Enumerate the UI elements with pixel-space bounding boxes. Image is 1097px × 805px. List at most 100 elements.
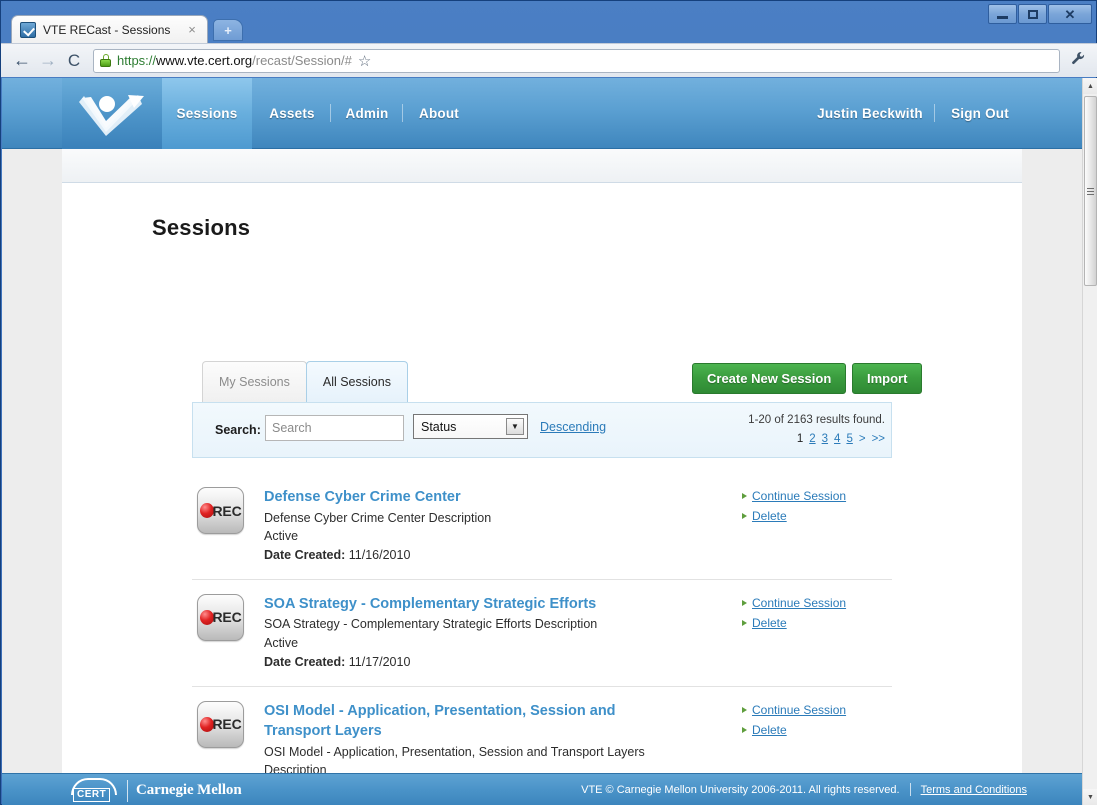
footer-right: VTE © Carnegie Mellon University 2006-20… bbox=[581, 783, 1027, 796]
new-tab-button[interactable]: + bbox=[213, 19, 243, 41]
session-actions: Continue Session Delete bbox=[742, 487, 862, 527]
continue-session-link[interactable]: Continue Session bbox=[752, 594, 846, 612]
scrollbar-thumb[interactable] bbox=[1084, 96, 1097, 286]
wrench-menu-icon[interactable] bbox=[1066, 51, 1090, 70]
create-new-session-button[interactable]: Create New Session bbox=[692, 363, 847, 394]
rec-label: REC bbox=[212, 609, 242, 626]
session-title-link[interactable]: SOA Strategy - Complementary Strategic E… bbox=[264, 594, 692, 615]
url-scheme: https:// bbox=[117, 53, 157, 68]
vte-logo-icon bbox=[79, 95, 144, 136]
delete-action[interactable]: Delete bbox=[742, 721, 862, 739]
back-icon[interactable]: ← bbox=[9, 48, 35, 74]
nav-label: Assets bbox=[269, 106, 315, 121]
user-name-label: Justin Beckwith bbox=[817, 106, 923, 121]
footer-divider bbox=[909, 783, 911, 796]
sort-direction-link[interactable]: Descending bbox=[540, 420, 606, 434]
session-actions: Continue Session Delete bbox=[742, 701, 862, 741]
nav-item-admin[interactable]: Admin bbox=[334, 78, 400, 149]
status-filter-value: Status bbox=[421, 419, 457, 434]
scroll-up-icon[interactable]: ▲ bbox=[1083, 78, 1097, 94]
session-title-link[interactable]: OSI Model - Application, Presentation, S… bbox=[264, 701, 652, 742]
page-link-2[interactable]: 2 bbox=[809, 433, 815, 445]
continue-session-action[interactable]: Continue Session bbox=[742, 487, 862, 505]
chevron-down-icon[interactable]: ▼ bbox=[506, 418, 524, 435]
nav-divider bbox=[934, 104, 935, 122]
page-last-link[interactable]: >> bbox=[872, 433, 885, 445]
plus-icon: + bbox=[224, 22, 232, 38]
delete-link[interactable]: Delete bbox=[752, 614, 787, 632]
button-label: Create New Session bbox=[707, 371, 832, 386]
continue-session-action[interactable]: Continue Session bbox=[742, 594, 862, 612]
sign-out-link[interactable]: Sign Out bbox=[940, 78, 1020, 149]
rec-icon: REC bbox=[197, 700, 244, 748]
forward-icon[interactable]: → bbox=[35, 48, 61, 74]
delete-action[interactable]: Delete bbox=[742, 614, 862, 632]
delete-link[interactable]: Delete bbox=[752, 507, 787, 525]
terms-and-conditions-link[interactable]: Terms and Conditions bbox=[921, 784, 1027, 796]
sub-header-strip bbox=[62, 149, 1022, 183]
status-filter-select[interactable]: Status ▼ bbox=[413, 414, 528, 439]
browser-window: ✕ VTE RECast - Sessions × + ← → C https:… bbox=[0, 0, 1097, 805]
continue-session-link[interactable]: Continue Session bbox=[752, 487, 846, 505]
nav-item-sessions[interactable]: Sessions bbox=[162, 78, 252, 149]
cert-icon: CERT bbox=[69, 778, 119, 803]
session-title-link[interactable]: Defense Cyber Crime Center bbox=[264, 487, 692, 508]
session-list-item: REC Defense Cyber Crime Center Defense C… bbox=[192, 473, 892, 579]
delete-action[interactable]: Delete bbox=[742, 507, 862, 525]
browser-toolbar: ← → C https://www.vte.cert.org/recast/Se… bbox=[1, 43, 1097, 77]
browser-tab[interactable]: VTE RECast - Sessions × bbox=[11, 15, 208, 43]
page-link-3[interactable]: 3 bbox=[822, 433, 828, 445]
session-date-label: Date Created: bbox=[264, 548, 346, 563]
nav-label: Admin bbox=[345, 106, 389, 121]
url-path: /recast/Session/# bbox=[252, 53, 352, 68]
tab-close-icon[interactable]: × bbox=[185, 23, 199, 36]
scrollbar-grip-icon bbox=[1087, 186, 1094, 197]
bookmark-star-icon[interactable]: ☆ bbox=[358, 52, 371, 70]
url-text: https://www.vte.cert.org/recast/Session/… bbox=[117, 53, 352, 68]
page-viewport: Sessions Assets Admin About Justin Beckw… bbox=[2, 78, 1097, 805]
record-dot-icon bbox=[199, 609, 214, 625]
record-dot-icon bbox=[199, 503, 214, 518]
page-scrollbar[interactable]: ▲ ▼ bbox=[1082, 78, 1097, 805]
rec-icon: REC bbox=[197, 593, 244, 641]
rec-icon: REC bbox=[197, 487, 244, 534]
session-date-label: Date Created: bbox=[264, 654, 346, 669]
continue-session-action[interactable]: Continue Session bbox=[742, 701, 862, 719]
session-actions: Continue Session Delete bbox=[742, 594, 862, 634]
tab-all-sessions[interactable]: All Sessions bbox=[305, 361, 408, 402]
favicon-icon bbox=[20, 21, 36, 38]
page-next-link[interactable]: > bbox=[859, 433, 866, 445]
reload-icon[interactable]: C bbox=[61, 48, 87, 74]
session-list: REC Defense Cyber Crime Center Defense C… bbox=[192, 473, 892, 805]
triangle-bullet-icon bbox=[742, 706, 747, 713]
tab-label: All Sessions bbox=[322, 375, 391, 389]
record-dot-icon bbox=[199, 716, 214, 732]
button-label: Import bbox=[867, 371, 908, 386]
cert-carnegie-mellon-logo: CERT Carnegie Mellon bbox=[69, 778, 242, 803]
logo-divider bbox=[127, 779, 128, 802]
sign-out-label: Sign Out bbox=[951, 106, 1009, 121]
tab-label: My Sessions bbox=[219, 375, 290, 389]
site-logo[interactable] bbox=[62, 78, 162, 149]
pagination: 1 2 3 4 5 > >> bbox=[797, 433, 885, 445]
scroll-down-icon[interactable]: ▼ bbox=[1083, 789, 1097, 805]
nav-item-assets[interactable]: Assets bbox=[257, 78, 327, 149]
continue-session-link[interactable]: Continue Session bbox=[752, 701, 846, 719]
delete-link[interactable]: Delete bbox=[752, 721, 787, 739]
search-label: Search: bbox=[215, 423, 261, 437]
lock-icon bbox=[100, 54, 111, 67]
import-button[interactable]: Import bbox=[852, 363, 923, 394]
nav-label: Sessions bbox=[176, 106, 238, 121]
triangle-bullet-icon bbox=[742, 493, 747, 499]
page-link-1[interactable]: 1 bbox=[797, 433, 803, 445]
page-title: Sessions bbox=[152, 215, 251, 240]
page-link-5[interactable]: 5 bbox=[846, 433, 852, 445]
page-link-4[interactable]: 4 bbox=[834, 433, 840, 445]
user-name-link[interactable]: Justin Beckwith bbox=[810, 78, 930, 149]
rec-label: REC bbox=[212, 716, 242, 733]
tab-my-sessions[interactable]: My Sessions bbox=[202, 361, 307, 402]
nav-item-about[interactable]: About bbox=[406, 78, 472, 149]
address-bar[interactable]: https://www.vte.cert.org/recast/Session/… bbox=[93, 48, 1060, 73]
search-input[interactable] bbox=[265, 415, 404, 441]
session-date-value: 11/17/2010 bbox=[348, 654, 411, 669]
